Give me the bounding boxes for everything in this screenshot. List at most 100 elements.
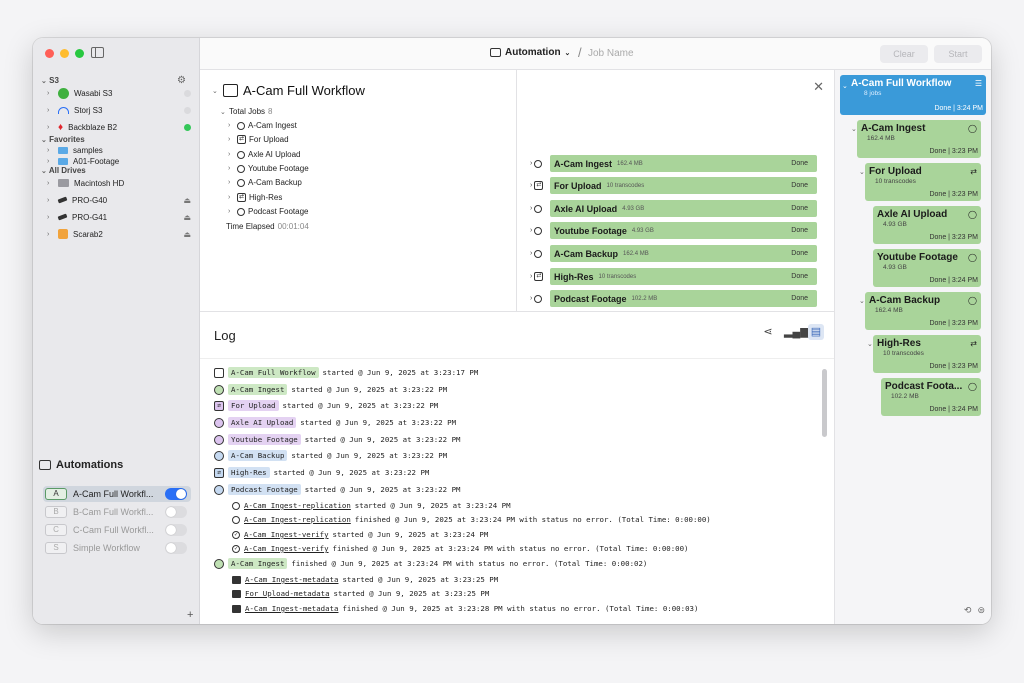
total-jobs-row[interactable]: ⌄ Total Jobs 8 [220, 105, 272, 118]
job-item[interactable]: › Youtube Footage [228, 162, 309, 175]
section-s3[interactable]: ⌄ S3 [41, 76, 59, 85]
external-drive-icon [57, 213, 68, 221]
image-icon [232, 604, 241, 613]
check-circle-icon: ✓ [232, 544, 240, 553]
list-filter-icon[interactable]: ⊜ [977, 605, 985, 616]
section-all-drives[interactable]: ⌄ All Drives [41, 166, 86, 175]
automation-menu-button[interactable]: Automation ⌄ [490, 47, 570, 58]
job-item[interactable]: › Axle AI Upload [228, 148, 300, 161]
history-icon[interactable]: ⟲ [964, 605, 972, 616]
signal-bars-icon[interactable]: ▂▄▆ [784, 324, 809, 340]
status-dot [184, 89, 191, 97]
job-title[interactable]: ⌄ A-Cam Full Workflow [212, 83, 365, 98]
job-item[interactable]: › A-Cam Ingest [228, 119, 297, 132]
log-line: ✓ A-Cam Ingest-verify started @ Jun 9, 202… [232, 528, 488, 541]
sidebar-toggle-icon[interactable] [91, 47, 104, 58]
automation-item-a[interactable]: A A-Cam Full Workfl... [43, 486, 191, 502]
automation-item-s[interactable]: S Simple Workflow [43, 540, 191, 556]
chevron-down-icon[interactable]: ⌄ [851, 125, 857, 133]
copy-circle-icon: ◯ [968, 253, 977, 262]
queue-card[interactable]: High-Res 10 transcodes ⇄ Done | 3:23 PM [873, 335, 981, 373]
job-item[interactable]: › A-Cam Backup [228, 176, 302, 189]
sidebar-item-backblaze[interactable]: › ♦ Backblaze B2 [47, 120, 195, 134]
share-icon[interactable]: ⋖ [760, 324, 776, 340]
automation-label: C-Cam Full Workfl... [73, 525, 154, 535]
stage-row[interactable]: › ⇄ For Upload 10 transcodes Done [530, 177, 817, 194]
sidebar-item-wasabi[interactable]: › Wasabi S3 [47, 86, 195, 100]
transcode-icon: ⇄ [534, 181, 544, 190]
job-item[interactable]: › ⇄ For Upload [228, 133, 289, 146]
backblaze-flame-icon: ♦ [58, 121, 64, 133]
job-item[interactable]: › Podcast Footage [228, 205, 308, 218]
eject-icon[interactable]: ⏏ [183, 196, 191, 205]
close-icon[interactable]: ✕ [813, 79, 824, 95]
stage-bar: Axle AI Upload 4.93 GB Done [550, 200, 817, 217]
hard-drive-icon [58, 179, 69, 187]
stage-row[interactable]: › Youtube Footage 4.93 GB Done [530, 222, 817, 239]
sidebar: ⌄ S3 ⚙ › Wasabi S3 › Storj S3 › ♦ Backbl… [33, 38, 200, 624]
sidebar-item-storj[interactable]: › Storj S3 [47, 103, 195, 117]
sidebar-item-pro-g40[interactable]: › PRO-G40 ⏏ [47, 193, 195, 207]
status-dot [184, 106, 191, 114]
queue-card[interactable]: A-Cam Ingest 162.4 MB ◯ Done | 3:23 PM [857, 120, 981, 158]
transcode-icon: ⇄ [970, 167, 977, 176]
stage-row[interactable]: › A-Cam Backup 162.4 MB Done [530, 245, 817, 262]
log-area[interactable]: A-Cam Full Workflow started @ Jun 9, 2025… [200, 358, 834, 624]
automation-toggle[interactable] [165, 542, 187, 554]
stage-row[interactable]: › A-Cam Ingest 162.4 MB Done [530, 155, 817, 172]
automation-item-b[interactable]: B B-Cam Full Workfl... [43, 504, 191, 520]
chevron-down-icon[interactable]: ⌄ [859, 168, 865, 176]
job-name-input[interactable]: Job Name [588, 48, 634, 59]
stage-row[interactable]: › ⇄ High-Res 10 transcodes Done [530, 268, 817, 285]
queue-card[interactable]: A-Cam Backup 162.4 MB ◯ Done | 3:23 PM [865, 292, 981, 330]
sidebar-item-pro-g41[interactable]: › PRO-G41 ⏏ [47, 210, 195, 224]
add-automation-button[interactable]: + [187, 609, 193, 621]
log-line: ⇄ For Upload started @ Jun 9, 2025 at 3:23… [214, 399, 438, 412]
eject-icon[interactable]: ⏏ [183, 213, 191, 222]
eject-icon[interactable]: ⏏ [183, 230, 191, 239]
replication-icon [232, 501, 240, 510]
clear-button[interactable]: Clear [880, 45, 928, 63]
copy-circle-icon: ◯ [968, 382, 977, 391]
stage-bar: For Upload 10 transcodes Done [550, 177, 817, 194]
chevron-down-icon[interactable]: ⌄ [842, 82, 848, 90]
automation-toggle[interactable] [165, 488, 187, 500]
gear-icon[interactable]: ⚙ [177, 75, 186, 86]
copy-circle-icon [237, 178, 245, 187]
queue-card[interactable]: Podcast Foota... 102.2 MB ◯ Done | 3:24 PM [881, 378, 981, 416]
stage-bar: A-Cam Ingest 162.4 MB Done [550, 155, 817, 172]
chevron-down-icon[interactable]: ⌄ [867, 340, 873, 348]
external-drive-icon [57, 196, 68, 204]
folder-icon [58, 157, 68, 165]
log-line: For Upload-metadata started @ Jun 9, 2025… [232, 587, 489, 600]
image-icon [232, 575, 241, 584]
start-button[interactable]: Start [934, 45, 982, 63]
queue-card-workflow[interactable]: A-Cam Full Workflow 8 jobs ☰ Done | 3:24… [840, 75, 986, 115]
automation-toggle[interactable] [165, 506, 187, 518]
sidebar-item-macintosh-hd[interactable]: › Macintosh HD [47, 176, 195, 190]
stage-row[interactable]: › Axle AI Upload 4.93 GB Done [530, 200, 817, 217]
job-item[interactable]: › ⇄ High-Res [228, 191, 282, 204]
clipboard-icon[interactable]: ▤ [808, 324, 824, 340]
automation-item-c[interactable]: C C-Cam Full Workfl... [43, 522, 191, 538]
copy-circle-icon: ◯ [968, 210, 977, 219]
transcode-icon: ⇄ [237, 193, 246, 202]
automation-label: B-Cam Full Workfl... [73, 507, 154, 517]
close-window-button[interactable] [45, 49, 54, 58]
queue-card[interactable]: For Upload 10 transcodes ⇄ Done | 3:23 PM [865, 163, 981, 201]
queue-card[interactable]: Youtube Footage 4.93 GB ◯ Done | 3:24 PM [873, 249, 981, 287]
time-elapsed-row: Time Elapsed 00:01:04 [226, 222, 309, 231]
automation-label: Simple Workflow [73, 543, 140, 553]
sidebar-item-scarab2[interactable]: › Scarab2 ⏏ [47, 227, 195, 241]
queue-card[interactable]: Axle AI Upload 4.93 GB ◯ Done | 3:23 PM [873, 206, 981, 244]
minimize-window-button[interactable] [60, 49, 69, 58]
log-scrollbar[interactable] [822, 369, 827, 437]
chevron-down-icon[interactable]: ⌄ [859, 297, 865, 305]
automation-toggle[interactable] [165, 524, 187, 536]
log-line: A-Cam Ingest-metadata started @ Jun 9, 20… [232, 573, 498, 586]
stage-row[interactable]: › Podcast Footage 102.2 MB Done [530, 290, 817, 307]
copy-circle-icon [534, 159, 543, 168]
zoom-window-button[interactable] [75, 49, 84, 58]
workflow-icon [223, 84, 238, 97]
stage-bar: Youtube Footage 4.93 GB Done [550, 222, 817, 239]
